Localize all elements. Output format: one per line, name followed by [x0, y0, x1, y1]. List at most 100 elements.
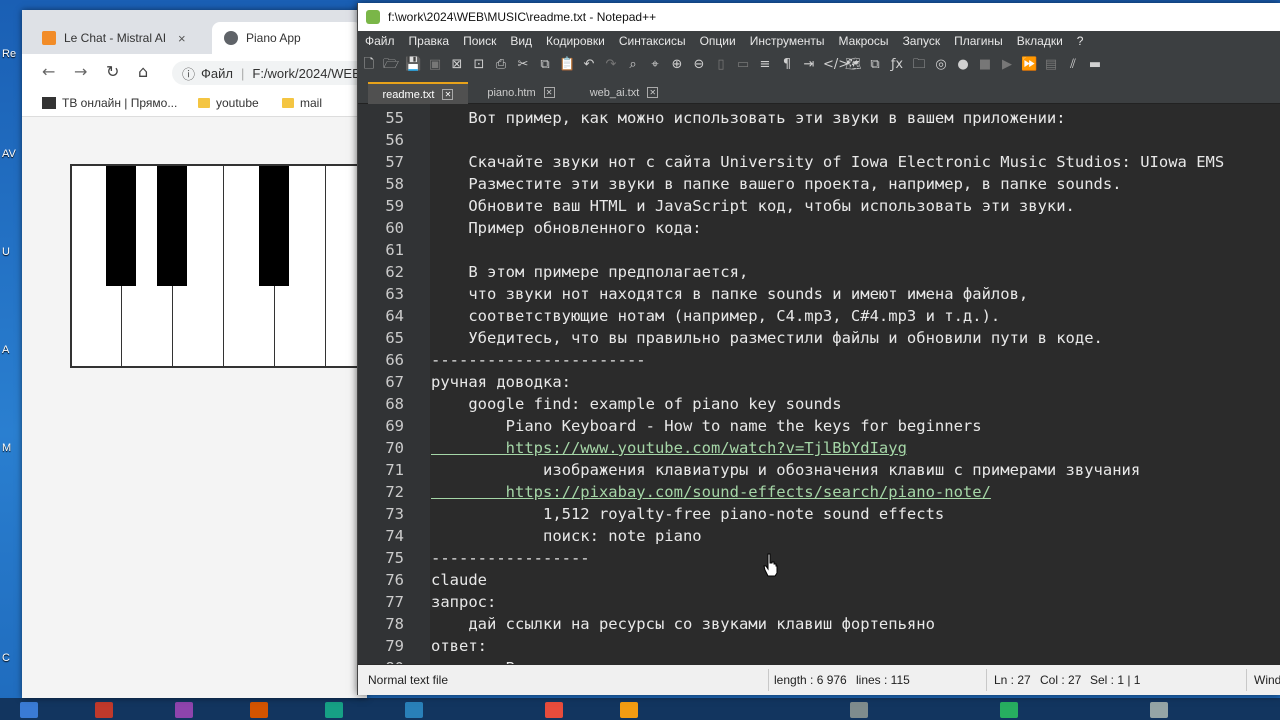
line-number: 56 [385, 131, 404, 149]
file-tab[interactable]: piano.htm ✕ [476, 82, 566, 103]
undo-icon[interactable]: ↶ [581, 57, 597, 73]
paste-icon[interactable]: 📋 [559, 57, 575, 73]
line-number: 62 [385, 263, 404, 281]
bookmark-label: youtube [216, 96, 259, 110]
desktop-icon-label[interactable]: U [2, 246, 10, 258]
menu-item[interactable]: Макросы [839, 34, 889, 48]
close-icon[interactable]: ✕ [543, 87, 555, 98]
taskbar-app-icon[interactable] [620, 702, 638, 718]
editor-link[interactable]: https://pixabay.com/sound-effects/search… [431, 481, 991, 503]
bookmark-tv-online[interactable]: ТВ онлайн | Прямо... [42, 96, 177, 110]
menu-item[interactable]: Вкладки [1017, 34, 1063, 48]
close-icon[interactable]: × [178, 31, 186, 46]
editor-link[interactable]: https://www.youtube.com/watch?v=TjlBbYdI… [431, 437, 907, 459]
editor-line: 79 ответ: [358, 635, 1280, 657]
text-editor[interactable]: 55 Вот пример, как можно использовать эт… [358, 104, 1280, 664]
taskbar-app-icon[interactable] [250, 702, 268, 718]
taskbar-app-icon[interactable] [95, 702, 113, 718]
line-number: 67 [385, 373, 404, 391]
desktop-icon-label[interactable]: C [2, 652, 10, 664]
forward-arrow-icon[interactable]: → [74, 62, 87, 81]
record-macro-icon[interactable]: ● [955, 57, 971, 73]
bookmark-mail[interactable]: mail [282, 96, 322, 110]
console-icon[interactable]: ▬ [1087, 57, 1103, 73]
new-file-icon[interactable]: 🗋 [361, 57, 377, 73]
line-number: 60 [385, 219, 404, 237]
menu-item[interactable]: Файл [365, 34, 395, 48]
cut-icon[interactable]: ✂ [515, 57, 531, 73]
taskbar-app-icon[interactable] [545, 702, 563, 718]
save-icon[interactable]: 💾 [405, 57, 421, 73]
xml-tag-icon[interactable]: </> [823, 57, 849, 73]
close-file-icon[interactable]: ⊠ [449, 57, 465, 73]
word-wrap-icon[interactable]: ≡ [757, 57, 773, 73]
desktop-icon-label[interactable]: AV [2, 148, 16, 160]
status-file-type: Normal text file [368, 673, 449, 687]
function-list-icon[interactable]: ƒx [889, 57, 905, 73]
menu-item[interactable]: Запуск [903, 34, 941, 48]
status-divider [1246, 669, 1247, 691]
taskbar-app-icon[interactable] [20, 702, 38, 718]
close-all-icon[interactable]: ⊡ [471, 57, 487, 73]
menu-item[interactable]: Опции [700, 34, 736, 48]
show-all-chars-icon[interactable]: ¶ [779, 57, 795, 73]
stop-macro-icon[interactable]: ■ [977, 57, 993, 73]
menu-item[interactable]: Правка [409, 34, 450, 48]
back-arrow-icon[interactable]: ← [42, 62, 55, 81]
line-number: 79 [385, 637, 404, 655]
run-macro-multiple-icon[interactable]: ⏩ [1021, 57, 1037, 73]
play-macro-icon[interactable]: ▶ [999, 57, 1015, 73]
black-key[interactable] [259, 166, 289, 286]
save-all-icon[interactable]: ▣ [427, 57, 443, 73]
zoom-out-icon[interactable]: ⊖ [691, 57, 707, 73]
taskbar-app-icon[interactable] [175, 702, 193, 718]
file-tab[interactable]: readme.txt ✕ [368, 82, 468, 105]
sync-horizontal-icon[interactable]: ▭ [735, 57, 751, 73]
document-list-icon[interactable]: ⧉ [867, 57, 883, 73]
plugin-icon[interactable]: ⫽ [1065, 57, 1081, 73]
zoom-in-icon[interactable]: ⊕ [669, 57, 685, 73]
close-icon[interactable]: ✕ [442, 89, 454, 100]
line-number: 76 [385, 571, 404, 589]
desktop-icon-label[interactable]: A [2, 344, 9, 356]
find-icon[interactable]: ⌕ [625, 57, 641, 73]
taskbar-app-icon[interactable] [1150, 702, 1168, 718]
browser-tab-le-chat[interactable]: Le Chat - Mistral AI × [30, 22, 210, 54]
desktop-icon-label[interactable]: Re [2, 48, 16, 60]
taskbar-app-icon[interactable] [850, 702, 868, 718]
black-key[interactable] [157, 166, 187, 286]
black-key[interactable] [106, 166, 136, 286]
editor-line: 71 изображения клавиатуры и обозначения … [358, 459, 1280, 481]
redo-icon[interactable]: ↷ [603, 57, 619, 73]
menu-item[interactable]: Поиск [463, 34, 496, 48]
taskbar-app-icon[interactable] [1000, 702, 1018, 718]
monitoring-icon[interactable]: ◎ [933, 57, 949, 73]
browser-tab-piano-app[interactable]: Piano App [212, 22, 362, 54]
save-macro-icon[interactable]: ▤ [1043, 57, 1059, 73]
taskbar-app-icon[interactable] [325, 702, 343, 718]
file-tab[interactable]: web_ai.txt ✕ [578, 82, 670, 103]
menu-item[interactable]: Плагины [954, 34, 1003, 48]
reload-icon[interactable]: ↻ [106, 62, 119, 81]
menu-item[interactable]: Вид [510, 34, 532, 48]
bookmark-youtube[interactable]: youtube [198, 96, 259, 110]
status-bar: Normal text file length : 6 976 lines : … [358, 665, 1280, 695]
menu-item[interactable]: Кодировки [546, 34, 605, 48]
close-icon[interactable]: ✕ [647, 87, 659, 98]
desktop-icon-label[interactable]: M [2, 442, 11, 454]
taskbar-app-icon[interactable] [405, 702, 423, 718]
menu-item[interactable]: Инструменты [750, 34, 825, 48]
indent-guide-icon[interactable]: ⇥ [801, 57, 817, 73]
print-icon[interactable]: ⎙ [493, 57, 509, 73]
copy-icon[interactable]: ⧉ [537, 57, 553, 73]
open-file-icon[interactable]: 🗁 [383, 57, 399, 73]
sync-vertical-icon[interactable]: ▯ [713, 57, 729, 73]
line-number: 61 [385, 241, 404, 259]
menu-item[interactable]: ? [1077, 34, 1084, 48]
home-icon[interactable]: ⌂ [138, 62, 148, 81]
address-bar[interactable]: ⓘ Файл | F:/work/2024/WEB/MUSIC/piano.ht… [172, 61, 367, 85]
folder-workspace-icon[interactable]: 🗀 [911, 57, 927, 73]
document-map-icon[interactable]: 🗺 [845, 57, 862, 73]
replace-icon[interactable]: ⌖ [647, 57, 663, 73]
menu-item[interactable]: Синтаксисы [619, 34, 686, 48]
